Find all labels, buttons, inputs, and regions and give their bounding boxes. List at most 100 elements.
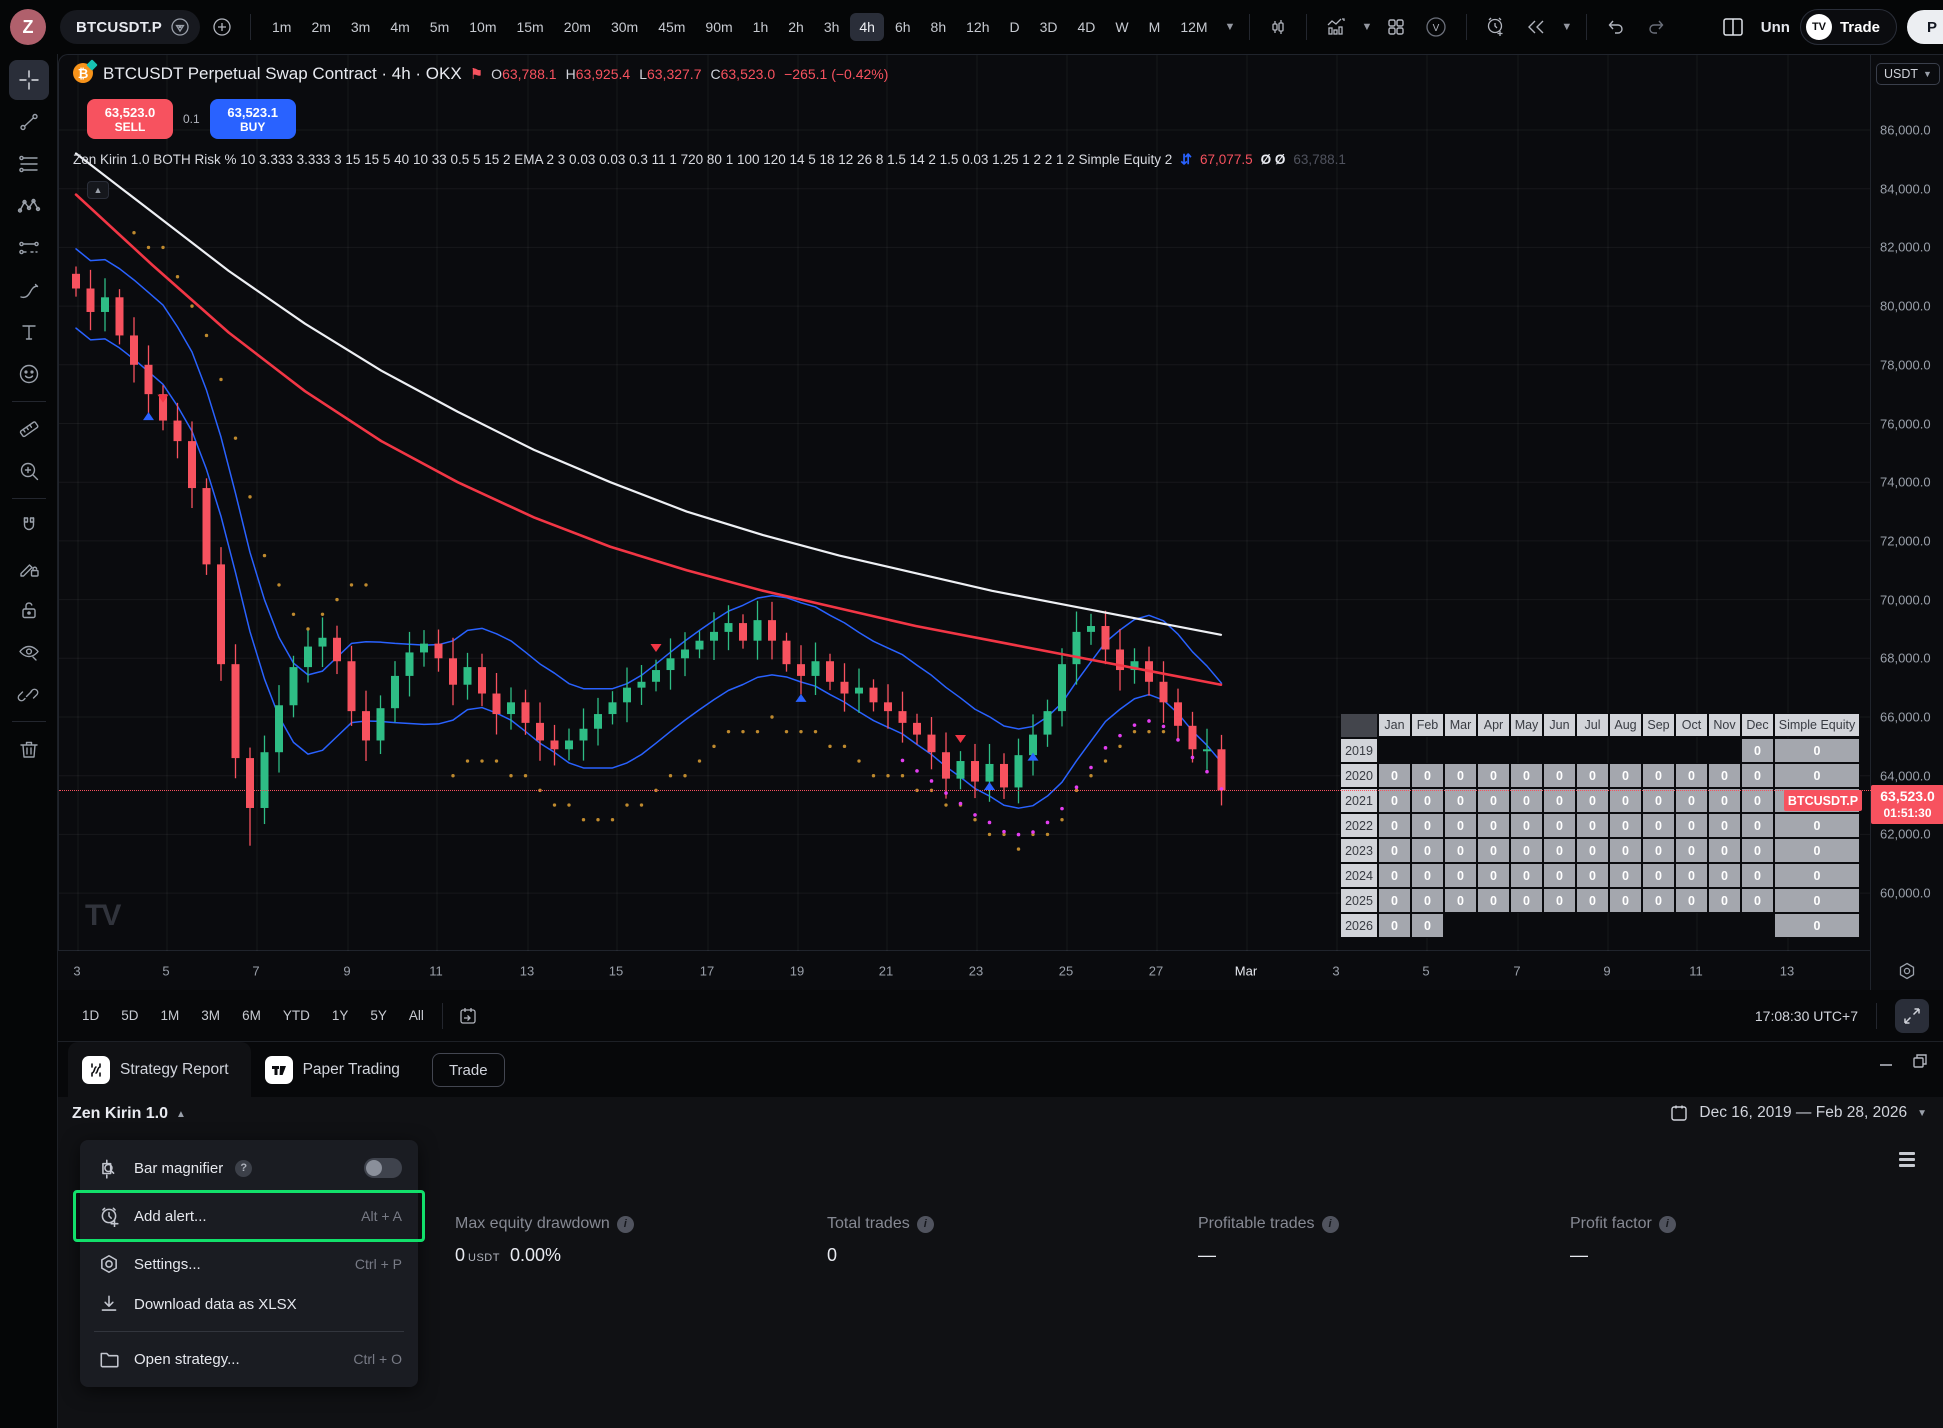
timeframe-12M[interactable]: 12M — [1171, 13, 1216, 41]
timeframe-30m[interactable]: 30m — [602, 13, 647, 41]
restore-panel-icon[interactable] — [1911, 1052, 1929, 1070]
undo-icon[interactable] — [1599, 10, 1633, 44]
publish-button[interactable]: P — [1907, 10, 1943, 44]
xabcd-pattern-tool-icon[interactable] — [9, 186, 49, 226]
strategy-title-dropdown[interactable]: Zen Kirin 1.0▲ — [72, 1105, 186, 1123]
indicators-icon[interactable] — [1319, 10, 1353, 44]
bar-magnifier-toggle[interactable] — [364, 1158, 402, 1178]
timeframe-8h[interactable]: 8h — [922, 13, 956, 41]
price-axis[interactable]: USDT▼ 86,000.084,000.082,000.080,000.078… — [1870, 55, 1943, 951]
timeframe-3h[interactable]: 3h — [815, 13, 849, 41]
report-layout-menu-icon[interactable] — [1891, 1143, 1923, 1175]
go-to-date-icon[interactable] — [451, 999, 485, 1033]
info-icon[interactable]: i — [917, 1216, 934, 1233]
chart-title[interactable]: BTCUSDT Perpetual Swap Contract · 4h · O… — [103, 64, 462, 84]
timeframe-D[interactable]: D — [1000, 13, 1028, 41]
timeframe-M[interactable]: M — [1140, 13, 1170, 41]
menu-item-add-alert[interactable]: Add alert...Alt + A — [80, 1196, 418, 1236]
info-icon[interactable]: i — [1659, 1216, 1676, 1233]
tab-trade[interactable]: Trade — [432, 1053, 505, 1087]
trend-line-tool-icon[interactable] — [9, 102, 49, 142]
market-flag-icon[interactable]: ⚑ — [470, 65, 483, 83]
timeframe-2m[interactable]: 2m — [302, 13, 339, 41]
timeframe-5m[interactable]: 5m — [421, 13, 458, 41]
timeframe-4m[interactable]: 4m — [381, 13, 418, 41]
trade-button[interactable]: TV Trade — [1800, 9, 1897, 45]
lock-all-drawings-tool-icon[interactable] — [9, 590, 49, 630]
range-5y[interactable]: 5Y — [360, 1002, 397, 1029]
brush-tool-icon[interactable] — [9, 270, 49, 310]
measure-tool-icon[interactable] — [9, 409, 49, 449]
range-1y[interactable]: 1Y — [322, 1002, 359, 1029]
layout-grid-icon[interactable] — [1380, 11, 1412, 43]
time-axis[interactable]: 3579111315171921232527Mar35791113 — [58, 950, 1943, 990]
symbol-search-button[interactable]: BTCUSDT.P — [60, 10, 200, 44]
timeframe-4h[interactable]: 4h — [850, 13, 884, 41]
timeframe-chevron-icon[interactable]: ▼ — [1223, 21, 1238, 33]
range-3m[interactable]: 3M — [191, 1002, 230, 1029]
menu-item-bar-magnifier[interactable]: Bar magnifier? — [80, 1148, 418, 1188]
sell-button[interactable]: 63,523.0SELL — [87, 99, 173, 139]
date-range-picker[interactable]: Dec 16, 2019 — Feb 28, 2026 ▼ — [1669, 1103, 1927, 1123]
magnet-tool-icon[interactable] — [9, 506, 49, 546]
timeframe-1m[interactable]: 1m — [263, 13, 300, 41]
link-drawings-tool-icon[interactable] — [9, 674, 49, 714]
maximize-pane-icon[interactable] — [1895, 999, 1929, 1033]
redo-icon[interactable] — [1639, 10, 1673, 44]
tab-paper-trading[interactable]: Paper Trading — [251, 1042, 422, 1097]
range-1d[interactable]: 1D — [72, 1002, 109, 1029]
help-icon[interactable]: ? — [235, 1160, 252, 1177]
emoji-tool-icon[interactable] — [9, 354, 49, 394]
clock-display[interactable]: 17:08:30 UTC+7 — [1755, 1008, 1858, 1024]
timeframe-2h[interactable]: 2h — [779, 13, 813, 41]
chart-style-icon[interactable] — [1262, 11, 1294, 43]
buy-button[interactable]: 63,523.1BUY — [210, 99, 296, 139]
drawing-edit-lock-tool-icon[interactable] — [9, 548, 49, 588]
indicator-templates-icon[interactable]: V — [1418, 9, 1454, 45]
menu-item-download-data-as-xlsx[interactable]: Download data as XLSX — [80, 1284, 418, 1324]
timeframe-45m[interactable]: 45m — [649, 13, 694, 41]
timeframe-3m[interactable]: 3m — [342, 13, 379, 41]
long-position-tool-icon[interactable] — [9, 228, 49, 268]
crosshair-tool-icon[interactable] — [9, 60, 49, 100]
timeframe-90m[interactable]: 90m — [696, 13, 741, 41]
minimize-panel-icon[interactable] — [1877, 1052, 1895, 1070]
collapse-legend-button[interactable]: ▲ — [87, 181, 109, 199]
compare-add-icon[interactable] — [206, 11, 238, 43]
indicators-chevron-icon[interactable]: ▼ — [1359, 21, 1374, 33]
info-icon[interactable]: i — [1322, 1216, 1339, 1233]
replay-chevron-icon[interactable]: ▼ — [1559, 21, 1574, 33]
chart-pane[interactable]: ₿ BTCUSDT Perpetual Swap Contract · 4h ·… — [58, 54, 1943, 950]
user-avatar[interactable]: Z — [10, 9, 46, 45]
range-all[interactable]: All — [399, 1002, 434, 1029]
hide-all-drawings-tool-icon[interactable] — [9, 632, 49, 672]
zoom-in-tool-icon[interactable] — [9, 451, 49, 491]
timeframe-6h[interactable]: 6h — [886, 13, 920, 41]
layout-panels-icon[interactable] — [1715, 9, 1751, 45]
alert-icon[interactable] — [1479, 10, 1513, 44]
timeframe-W[interactable]: W — [1106, 13, 1137, 41]
range-6m[interactable]: 6M — [232, 1002, 271, 1029]
range-5d[interactable]: 5D — [111, 1002, 148, 1029]
timeframe-12h[interactable]: 12h — [957, 13, 998, 41]
currency-unit-button[interactable]: USDT▼ — [1876, 63, 1940, 85]
range-1m[interactable]: 1M — [151, 1002, 190, 1029]
fib-retracement-tool-icon[interactable] — [9, 144, 49, 184]
timeframe-1h[interactable]: 1h — [744, 13, 778, 41]
text-tool-icon[interactable] — [9, 312, 49, 352]
replay-icon[interactable] — [1519, 10, 1553, 44]
timeframe-4D[interactable]: 4D — [1069, 13, 1105, 41]
remove-drawings-tool-icon[interactable] — [9, 729, 49, 769]
info-icon[interactable]: i — [617, 1216, 634, 1233]
tab-strategy-report[interactable]: Strategy Report — [68, 1042, 251, 1097]
timeframe-3D[interactable]: 3D — [1031, 13, 1067, 41]
layout-name[interactable]: Unn — [1761, 19, 1790, 36]
range-ytd[interactable]: YTD — [273, 1002, 320, 1029]
axis-settings-gear-icon[interactable] — [1870, 951, 1943, 990]
timeframe-10m[interactable]: 10m — [460, 13, 505, 41]
strategy-legend-row[interactable]: Zen Kirin 1.0 BOTH Risk % 10 3.333 3.333… — [73, 151, 1346, 168]
menu-item-open-strategy[interactable]: Open strategy...Ctrl + O — [80, 1339, 418, 1379]
timeframe-15m[interactable]: 15m — [507, 13, 552, 41]
timeframe-20m[interactable]: 20m — [555, 13, 600, 41]
menu-item-settings[interactable]: Settings...Ctrl + P — [80, 1244, 418, 1284]
